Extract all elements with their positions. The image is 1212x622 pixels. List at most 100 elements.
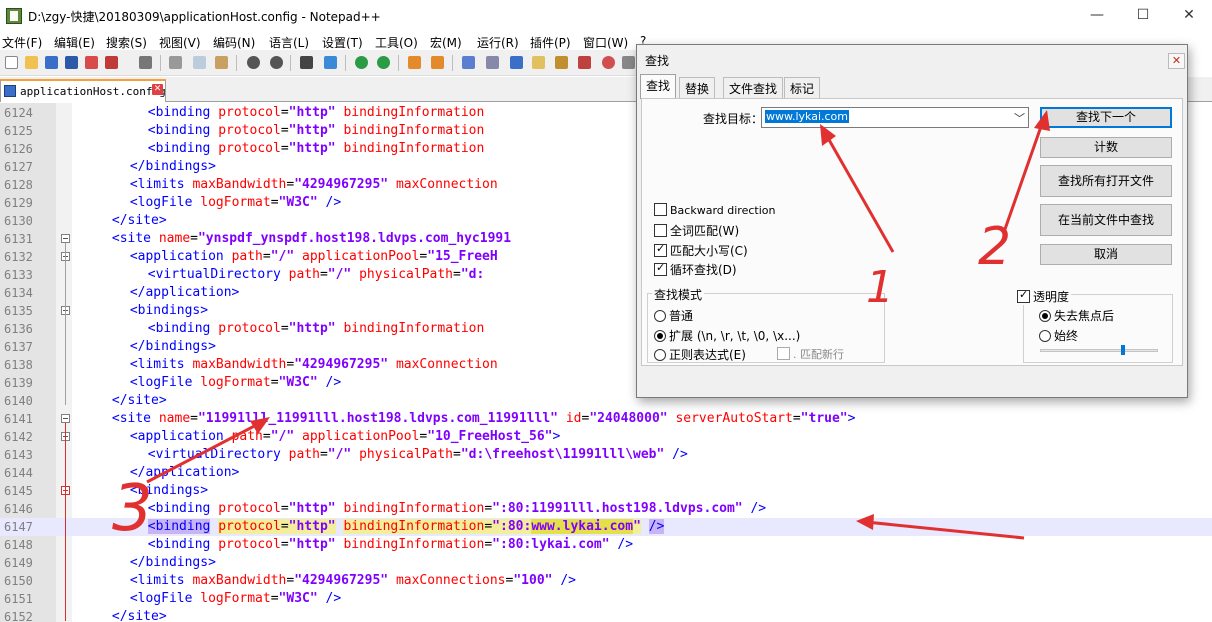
line-number: 6145 — [4, 484, 33, 498]
transparency-slider[interactable] — [1040, 349, 1158, 352]
maximize-button[interactable]: ☐ — [1120, 0, 1166, 32]
chevron-down-icon[interactable]: ﹀ — [1014, 110, 1025, 126]
folder-workspace-icon[interactable] — [576, 54, 593, 71]
zoom-out-icon[interactable] — [375, 54, 392, 71]
record-macro-icon[interactable] — [600, 54, 617, 71]
menu-view[interactable]: 视图(V) — [159, 34, 201, 51]
find-all-open-button[interactable]: 查找所有打开文件 — [1040, 165, 1172, 197]
sync-v-icon[interactable] — [406, 54, 423, 71]
cancel-button[interactable]: 取消 — [1040, 244, 1172, 265]
function-list-icon[interactable] — [553, 54, 570, 71]
code-text: <site name="11991lll_11991lll.host198.ld… — [111, 411, 856, 426]
code-line[interactable]: 6150 <limits maxBandwidth="4294967295" ma… — [0, 572, 1212, 590]
radio-dot — [1039, 330, 1051, 342]
on-lose-focus-label: 失去焦点后 — [1054, 309, 1115, 323]
transparency-always-radio[interactable]: 始终 — [1039, 327, 1078, 344]
fold-toggle-icon[interactable] — [61, 234, 70, 243]
menu-tools[interactable]: 工具(O) — [375, 34, 418, 51]
monitor-icon[interactable] — [620, 54, 637, 71]
tab-mark[interactable]: 标记 — [784, 77, 821, 98]
line-number: 6133 — [4, 268, 33, 282]
code-line[interactable]: 6145 <bindings> — [0, 482, 1212, 500]
tab-replace[interactable]: 替换 — [679, 77, 716, 98]
copy-icon[interactable] — [191, 54, 208, 71]
mode-extended-radio[interactable]: 扩展 (\n, \r, \t, \0, \x...) — [654, 327, 800, 344]
toolbar-separator — [398, 55, 399, 71]
whole-word-label: 全词匹配(W) — [670, 224, 740, 238]
backward-direction-checkbox[interactable]: Backward direction — [654, 203, 775, 217]
find-next-button[interactable]: 查找下一个 — [1040, 107, 1172, 128]
whole-word-checkbox[interactable]: 全词匹配(W) — [654, 222, 739, 239]
count-button[interactable]: 计数 — [1040, 137, 1172, 158]
line-number: 6147 — [4, 520, 33, 534]
mode-normal-radio[interactable]: 普通 — [654, 307, 693, 324]
code-line[interactable]: 6148 <binding protocol="http" bindingInfo… — [0, 536, 1212, 554]
code-line[interactable]: 6144 </application> — [0, 464, 1212, 482]
code-line[interactable]: 6151 <logFile logFormat="W3C" /> — [0, 590, 1212, 608]
paste-icon[interactable] — [213, 54, 230, 71]
checkbox-checked — [654, 242, 667, 257]
code-text: <virtualDirectory path="/" physicalPath=… — [147, 267, 485, 282]
wrap-around-checkbox[interactable]: 循环查找(D) — [654, 261, 737, 278]
menu-settings[interactable]: 设置(T) — [322, 34, 363, 51]
code-line[interactable]: 6141 <site name="11991lll_11991lll.host19… — [0, 410, 1212, 428]
zoom-in-icon[interactable] — [353, 54, 370, 71]
find-all-current-button[interactable]: 在当前文件中查找 — [1040, 204, 1172, 236]
line-number: 6137 — [4, 340, 33, 354]
tab-find[interactable]: 查找 — [640, 74, 677, 99]
close-window-button[interactable]: ✕ — [1166, 0, 1212, 32]
redo-icon[interactable] — [268, 54, 285, 71]
line-number: 6150 — [4, 574, 33, 588]
tab-find-in-files[interactable]: 文件查找 — [723, 77, 784, 98]
line-number: 6140 — [4, 394, 33, 408]
undo-icon[interactable] — [245, 54, 262, 71]
save-icon[interactable] — [43, 54, 60, 71]
line-number: 6136 — [4, 322, 33, 336]
menu-file[interactable]: 文件(F) — [2, 34, 42, 51]
menu-search[interactable]: 搜索(S) — [106, 34, 147, 51]
checkbox-box — [777, 347, 790, 360]
word-wrap-icon[interactable] — [460, 54, 477, 71]
dialog-close-button[interactable]: ✕ — [1168, 53, 1185, 69]
replace-icon[interactable] — [322, 54, 339, 71]
menu-macro[interactable]: 宏(M) — [430, 34, 462, 51]
code-line[interactable]: 6143 <virtualDirectory path="/" physicalP… — [0, 446, 1212, 464]
menu-run[interactable]: 运行(R) — [477, 34, 519, 51]
dot-newline-checkbox[interactable]: . 匹配新行 — [777, 346, 844, 362]
cut-icon[interactable] — [167, 54, 184, 71]
fold-toggle-icon[interactable] — [61, 414, 70, 423]
menu-plugins[interactable]: 插件(P) — [530, 34, 571, 51]
save-all-icon[interactable] — [63, 54, 80, 71]
find-what-input[interactable]: www.lykai.com ﹀ — [761, 107, 1029, 128]
transparency-on-lose-focus-radio[interactable]: 失去焦点后 — [1039, 307, 1114, 324]
print-icon[interactable] — [137, 54, 154, 71]
open-file-icon[interactable] — [23, 54, 40, 71]
code-line[interactable]: 6146 <binding protocol="http" bindingInfo… — [0, 500, 1212, 518]
sync-h-icon[interactable] — [429, 54, 446, 71]
backward-direction-label: Backward direction — [670, 204, 776, 217]
code-line[interactable]: 6149 </bindings> — [0, 554, 1212, 572]
code-line[interactable]: 6142 <application path="/" applicationPoo… — [0, 428, 1212, 446]
code-line[interactable]: 6152 </site> — [0, 608, 1212, 622]
code-line[interactable]: 6147 <binding protocol="http" bindingInfo… — [0, 518, 1212, 536]
doc-map-icon[interactable] — [530, 54, 547, 71]
menu-encoding[interactable]: 编码(N) — [213, 34, 255, 51]
menu-language[interactable]: 语言(L) — [269, 34, 309, 51]
menu-edit[interactable]: 编辑(E) — [54, 34, 95, 51]
find-what-value: www.lykai.com — [765, 110, 850, 123]
show-all-chars-icon[interactable] — [484, 54, 501, 71]
new-file-icon[interactable] — [3, 54, 20, 71]
close-all-icon[interactable] — [103, 54, 120, 71]
tab-close-icon[interactable]: ✕ — [152, 84, 163, 95]
mode-regex-radio[interactable]: 正则表达式(E) — [654, 346, 746, 363]
find-icon[interactable] — [298, 54, 315, 71]
minimize-button[interactable]: — — [1074, 0, 1120, 32]
close-icon[interactable] — [83, 54, 100, 71]
toolbar — [0, 50, 640, 76]
transparency-checkbox[interactable]: 透明度 — [1017, 288, 1072, 305]
slider-thumb[interactable] — [1121, 345, 1125, 355]
tab-applicationhost-config[interactable]: applicationHost.config ✕ — [0, 79, 166, 102]
menu-window[interactable]: 窗口(W) — [583, 34, 628, 51]
match-case-checkbox[interactable]: 匹配大小写(C) — [654, 242, 748, 259]
indent-guide-icon[interactable] — [508, 54, 525, 71]
